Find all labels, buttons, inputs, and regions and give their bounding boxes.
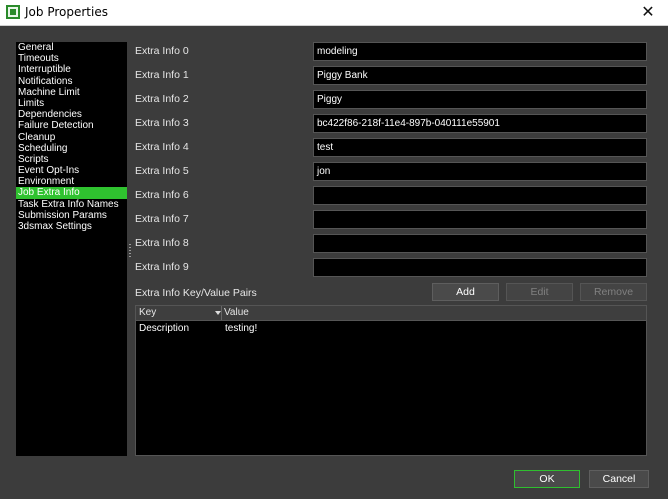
nav-item-submission-params[interactable]: Submission Params (16, 210, 127, 221)
nav-item-interruptible[interactable]: Interruptible (16, 64, 127, 75)
cancel-button[interactable]: Cancel (589, 470, 649, 488)
kv-table[interactable]: Key Value Description testing! (135, 305, 647, 456)
category-list: General Timeouts Interruptible Notificat… (16, 42, 127, 456)
extra-info-0-input[interactable]: modeling (313, 42, 647, 61)
extra-info-8-input[interactable] (313, 234, 647, 253)
extra-info-5-label: Extra Info 5 (135, 165, 189, 177)
nav-item-task-extra-info-names[interactable]: Task Extra Info Names (16, 199, 127, 210)
splitter-handle[interactable] (129, 244, 131, 258)
extra-info-6-label: Extra Info 6 (135, 189, 189, 201)
nav-item-limits[interactable]: Limits (16, 98, 127, 109)
nav-item-general[interactable]: General (16, 42, 127, 53)
kv-table-header: Key Value (136, 306, 646, 321)
add-button[interactable]: Add (432, 283, 499, 301)
title-bar: Job Properties ✕ (0, 0, 668, 26)
extra-info-7-input[interactable] (313, 210, 647, 229)
edit-button[interactable]: Edit (506, 283, 573, 301)
nav-item-timeouts[interactable]: Timeouts (16, 53, 127, 64)
extra-info-4-input[interactable]: test (313, 138, 647, 157)
extra-info-9-input[interactable] (313, 258, 647, 277)
nav-item-cleanup[interactable]: Cleanup (16, 132, 127, 143)
extra-info-2-label: Extra Info 2 (135, 93, 189, 105)
window-title: Job Properties (25, 5, 108, 19)
extra-info-7-label: Extra Info 7 (135, 213, 189, 225)
extra-info-5-input[interactable]: jon (313, 162, 647, 181)
app-icon (6, 5, 20, 19)
nav-item-notifications[interactable]: Notifications (16, 76, 127, 87)
extra-info-6-input[interactable] (313, 186, 647, 205)
extra-info-3-input[interactable]: bc422f86-218f-11e4-897b-040111e55901 (313, 114, 647, 133)
nav-item-environment[interactable]: Environment (16, 176, 127, 187)
row-key: Description (139, 323, 190, 334)
extra-info-8-label: Extra Info 8 (135, 237, 189, 249)
nav-item-scheduling[interactable]: Scheduling (16, 143, 127, 154)
nav-item-3dsmax-settings[interactable]: 3dsmax Settings (16, 221, 127, 232)
extra-info-9-label: Extra Info 9 (135, 261, 189, 273)
extra-info-0-label: Extra Info 0 (135, 45, 189, 57)
nav-item-failure-detection[interactable]: Failure Detection (16, 120, 127, 131)
nav-item-dependencies[interactable]: Dependencies (16, 109, 127, 120)
row-value: testing! (225, 323, 258, 334)
kv-pairs-label: Extra Info Key/Value Pairs (135, 287, 257, 299)
remove-button[interactable]: Remove (580, 283, 647, 301)
extra-info-1-input[interactable]: Piggy Bank (313, 66, 647, 85)
nav-item-job-extra-info[interactable]: Job Extra Info (16, 187, 127, 199)
extra-info-1-label: Extra Info 1 (135, 69, 189, 81)
ok-button[interactable]: OK (514, 470, 580, 488)
extra-info-3-label: Extra Info 3 (135, 117, 189, 129)
column-header-key[interactable]: Key (139, 306, 222, 320)
table-row[interactable]: Description testing! (136, 322, 646, 335)
extra-info-4-label: Extra Info 4 (135, 141, 189, 153)
nav-item-scripts[interactable]: Scripts (16, 154, 127, 165)
column-header-value[interactable]: Value (224, 306, 249, 320)
nav-item-machine-limit[interactable]: Machine Limit (16, 87, 127, 98)
sort-down-icon (215, 311, 221, 315)
column-key-label: Key (139, 307, 157, 318)
close-button[interactable]: ✕ (628, 0, 668, 25)
nav-item-event-opt-ins[interactable]: Event Opt-Ins (16, 165, 127, 176)
extra-info-2-input[interactable]: Piggy (313, 90, 647, 109)
